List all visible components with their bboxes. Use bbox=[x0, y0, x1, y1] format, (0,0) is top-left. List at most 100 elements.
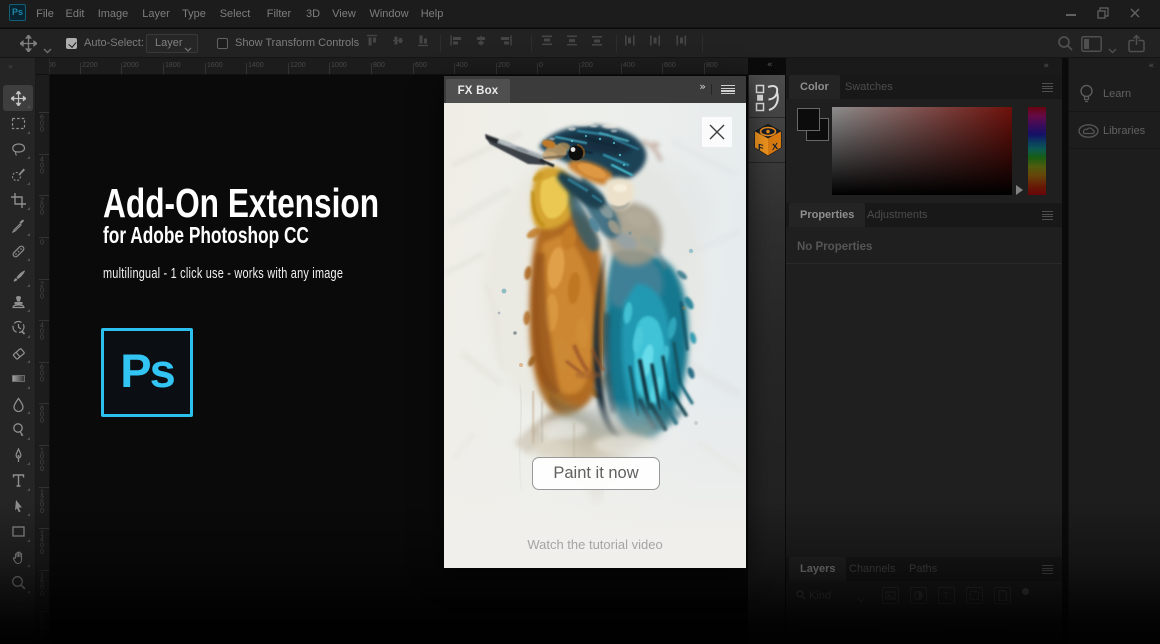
menu-edit[interactable]: Edit bbox=[66, 0, 85, 28]
rectangle-tool[interactable] bbox=[3, 519, 33, 545]
tab-paths[interactable]: Paths bbox=[898, 557, 948, 581]
app-logo[interactable]: Ps bbox=[9, 4, 26, 21]
opacity-dropdown[interactable] bbox=[944, 615, 1014, 633]
eraser-tool[interactable] bbox=[3, 340, 33, 366]
crop-tool[interactable] bbox=[3, 187, 33, 213]
hand-tool[interactable] bbox=[3, 544, 33, 570]
align-horizontal-centers-icon[interactable] bbox=[474, 34, 488, 53]
libraries-button[interactable]: Libraries bbox=[1069, 113, 1160, 149]
fx-box-tab[interactable]: FX Box bbox=[446, 79, 510, 103]
blur-tool[interactable] bbox=[3, 391, 33, 417]
foreground-color-swatch[interactable] bbox=[797, 108, 820, 131]
tool-preset-chevron-icon[interactable] bbox=[43, 41, 52, 59]
stamp-tool[interactable] bbox=[3, 289, 33, 315]
tab-adjustments[interactable]: Adjustments bbox=[856, 203, 939, 227]
menu-image[interactable]: Image bbox=[98, 0, 129, 28]
align-left-edges-icon[interactable] bbox=[449, 34, 463, 53]
fx-box-header[interactable]: FX Box » bbox=[444, 76, 746, 103]
filter-adjustment-layers-icon[interactable] bbox=[910, 587, 927, 604]
menu-layer[interactable]: Layer bbox=[142, 0, 170, 28]
move-tool-icon[interactable] bbox=[20, 35, 37, 57]
healing-tool[interactable] bbox=[3, 238, 33, 264]
workspace-chevron-icon[interactable] bbox=[1108, 41, 1117, 59]
properties-panel-menu-icon[interactable] bbox=[1042, 211, 1053, 220]
filter-pixel-layers-icon[interactable] bbox=[882, 587, 899, 604]
menu-type[interactable]: Type bbox=[182, 0, 206, 28]
fx-close-button[interactable] bbox=[702, 117, 732, 147]
path-select-tool[interactable] bbox=[3, 493, 33, 519]
paint-it-now-button[interactable]: Paint it now bbox=[532, 457, 660, 490]
workspace-icon[interactable] bbox=[1081, 36, 1102, 57]
pen-tool[interactable] bbox=[3, 442, 33, 468]
filter-shape-layers-icon[interactable] bbox=[966, 587, 983, 604]
zoom-tool[interactable] bbox=[3, 570, 33, 596]
move-tool[interactable] bbox=[3, 85, 33, 111]
ruler-tick bbox=[621, 63, 622, 75]
layers-panel-menu-icon[interactable] bbox=[1042, 565, 1053, 574]
marquee-tool[interactable] bbox=[3, 111, 33, 137]
close-button[interactable] bbox=[1118, 0, 1152, 26]
tab-channels[interactable]: Channels bbox=[838, 557, 906, 581]
toolbar-more-icon[interactable]: ... bbox=[13, 600, 24, 610]
fx-dock-collapse-icon[interactable]: « bbox=[767, 61, 772, 70]
show-transform-checkbox[interactable] bbox=[217, 38, 228, 49]
distribute-vertical-centers-icon[interactable] bbox=[565, 34, 579, 53]
menu-select[interactable]: Select bbox=[220, 0, 251, 28]
align-vertical-centers-icon[interactable] bbox=[391, 34, 405, 53]
ruler-label: 400 bbox=[40, 322, 44, 340]
distribute-top-edges-icon[interactable] bbox=[540, 34, 554, 53]
tab-properties[interactable]: Properties bbox=[789, 203, 865, 227]
auto-select-checkbox[interactable] bbox=[66, 38, 77, 49]
search-icon[interactable] bbox=[1057, 35, 1074, 57]
toolbar-collapse-icon[interactable]: » bbox=[8, 62, 12, 71]
filter-smart-objects-icon[interactable] bbox=[994, 587, 1011, 604]
menu-view[interactable]: View bbox=[332, 0, 356, 28]
filter-toggle-icon[interactable] bbox=[1022, 588, 1029, 595]
brush-tool[interactable] bbox=[3, 264, 33, 290]
tab-color[interactable]: Color bbox=[789, 75, 840, 99]
menu-help[interactable]: Help bbox=[421, 0, 444, 28]
tutorial-link[interactable]: Watch the tutorial video bbox=[444, 537, 746, 552]
fx-box-plugin-icon[interactable]: F X bbox=[749, 118, 786, 162]
menu-filter[interactable]: Filter bbox=[267, 0, 291, 28]
steps-panel-icon[interactable] bbox=[749, 78, 786, 117]
panel-dock-collapse-icon[interactable]: » bbox=[1043, 62, 1048, 71]
distribute-left-edges-icon[interactable] bbox=[623, 34, 637, 53]
blend-mode-dropdown[interactable] bbox=[794, 615, 884, 633]
dodge-tool[interactable] bbox=[3, 417, 33, 443]
saturation-brightness-field[interactable] bbox=[832, 107, 1012, 195]
kind-chevron-icon[interactable] bbox=[857, 594, 865, 602]
distribute-bottom-edges-icon[interactable] bbox=[590, 34, 604, 53]
menu-window[interactable]: Window bbox=[369, 0, 408, 28]
color-panel-menu-icon[interactable] bbox=[1042, 83, 1053, 92]
menu-file[interactable]: File bbox=[36, 0, 54, 28]
learn-column-collapse-icon[interactable]: « bbox=[1148, 62, 1153, 71]
quick-select-tool[interactable] bbox=[3, 162, 33, 188]
history-brush-tool[interactable] bbox=[3, 315, 33, 341]
menu-3d[interactable]: 3D bbox=[306, 0, 320, 28]
gradient-tool[interactable] bbox=[3, 366, 33, 392]
layers-filter-kind[interactable]: Kind bbox=[796, 590, 831, 602]
eyedropper-tool[interactable] bbox=[3, 213, 33, 239]
lasso-tool[interactable] bbox=[3, 136, 33, 162]
fx-box-menu-icon[interactable] bbox=[721, 85, 735, 95]
tab-swatches[interactable]: Swatches bbox=[834, 75, 904, 99]
distribute-right-edges-icon[interactable] bbox=[674, 34, 688, 53]
share-icon[interactable] bbox=[1127, 34, 1146, 58]
hue-slider[interactable] bbox=[1028, 107, 1046, 195]
type-tool[interactable] bbox=[3, 468, 33, 494]
distribute-horizontal-centers-icon[interactable] bbox=[648, 34, 662, 53]
rectangle-tool-icon bbox=[11, 524, 26, 539]
doc-ps-logo: Ps bbox=[101, 328, 193, 417]
ruler-label: 1400 bbox=[40, 530, 44, 555]
minimize-button[interactable] bbox=[1054, 0, 1088, 26]
auto-select-target-dropdown[interactable]: Layer bbox=[146, 34, 198, 53]
close-x-icon bbox=[708, 123, 726, 141]
fx-box-collapse-icon[interactable]: » bbox=[699, 82, 705, 91]
align-right-edges-icon[interactable] bbox=[499, 34, 513, 53]
restore-button[interactable] bbox=[1086, 0, 1120, 26]
filter-type-layers-icon[interactable]: T bbox=[938, 587, 955, 604]
learn-button[interactable]: Learn bbox=[1069, 76, 1160, 112]
align-bottom-edges-icon[interactable] bbox=[416, 34, 430, 53]
align-top-edges-icon[interactable] bbox=[365, 34, 379, 53]
